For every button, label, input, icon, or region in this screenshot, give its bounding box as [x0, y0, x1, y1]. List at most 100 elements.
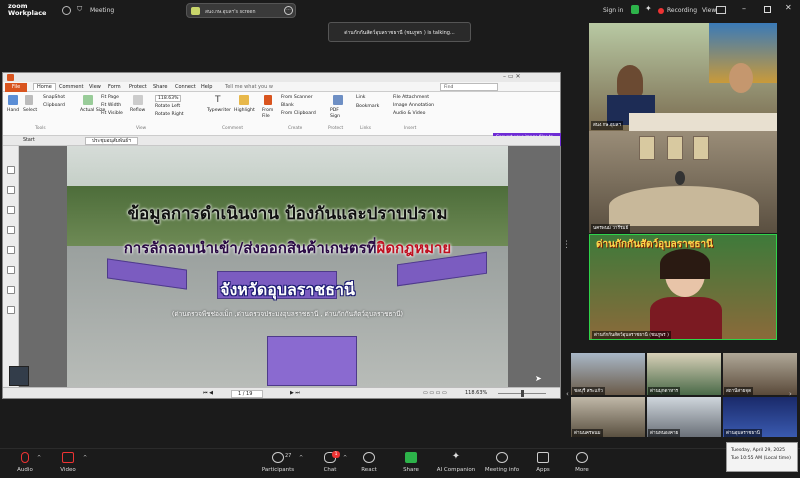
- gallery-tile-2[interactable]: ด่านมุกดาหาร: [647, 353, 721, 395]
- file-attachment-button[interactable]: File Attachment: [393, 95, 429, 100]
- pages-icon[interactable]: [7, 186, 15, 194]
- zoom-top-bar: zoom Workplace ⛉ Meeting สนง.กษ.อุบลฯ's …: [0, 0, 800, 22]
- tell-me-input[interactable]: Tell me what you w: [225, 84, 273, 90]
- participants-icon: [272, 452, 284, 463]
- zoom-slider-thumb[interactable]: [521, 390, 524, 397]
- snapshot-button[interactable]: SnapShot: [43, 95, 65, 100]
- video-tile-1[interactable]: สนง.กษ.อุบลฯ: [589, 23, 777, 131]
- maximize-icon[interactable]: [764, 6, 771, 13]
- tools-icon[interactable]: [7, 306, 15, 314]
- menu-protect[interactable]: Protect: [129, 84, 147, 90]
- video-tile-2[interactable]: นครพนม วารีรมย์: [589, 131, 777, 233]
- typewriter-icon[interactable]: T: [215, 95, 221, 105]
- highlight-icon[interactable]: [239, 95, 249, 105]
- tab-start[interactable]: Start: [17, 137, 41, 145]
- menu-view[interactable]: View: [89, 84, 101, 90]
- zoom-field[interactable]: 118.63%: [155, 95, 182, 102]
- participants-chevron-icon[interactable]: ^: [299, 455, 303, 461]
- highlight-label[interactable]: Highlight: [234, 108, 255, 113]
- reflow-icon[interactable]: [133, 95, 143, 105]
- hand-tool-icon[interactable]: [8, 95, 18, 105]
- window-controls-icon[interactable]: – ▭ ✕: [503, 73, 521, 80]
- menu-comment[interactable]: Comment: [59, 84, 84, 90]
- slide-title-line2: การลักลอบนำเข้า/ส่งออกสินค้าเกษตรที่ผิดก…: [123, 239, 452, 257]
- from-file-label[interactable]: From File: [262, 108, 274, 120]
- bookmark-button[interactable]: Bookmark: [356, 104, 379, 109]
- fit-visible-button[interactable]: Fit Visible: [101, 111, 123, 116]
- security-icon[interactable]: [7, 286, 15, 294]
- hand-tool-label[interactable]: Hand: [7, 108, 19, 113]
- menu-connect[interactable]: Connect: [175, 84, 196, 90]
- tab-document[interactable]: ประชุมอนุสัมพันธ์ฯ: [85, 137, 138, 145]
- meeting-status-icon[interactable]: [62, 6, 71, 15]
- page-number-field[interactable]: 1 / 19: [231, 390, 264, 398]
- menu-share[interactable]: Share: [153, 84, 167, 90]
- audio-chevron-icon[interactable]: ^: [37, 455, 41, 461]
- sign-in-link[interactable]: Sign in: [603, 7, 623, 14]
- more-options-icon[interactable]: ···: [284, 6, 293, 15]
- recording-label[interactable]: Recording: [667, 7, 697, 14]
- reflow-label[interactable]: Reflow: [130, 108, 145, 113]
- fit-width-button[interactable]: Fit Width: [101, 103, 121, 108]
- menu-help[interactable]: Help: [201, 84, 212, 90]
- from-clipboard-button[interactable]: From Clipboard: [281, 111, 316, 116]
- select-tool-label[interactable]: Select: [23, 108, 37, 113]
- actual-size-icon[interactable]: [83, 95, 93, 105]
- signatures-icon[interactable]: [7, 266, 15, 274]
- group-links-label: Links: [360, 126, 372, 131]
- attachments-icon[interactable]: [7, 246, 15, 254]
- gallery-tile-1[interactable]: ชลบุรี สระแก้ว: [571, 353, 645, 395]
- sparkle-icon[interactable]: ✦: [645, 4, 652, 13]
- layers-icon[interactable]: [7, 226, 15, 234]
- select-tool-icon[interactable]: [25, 95, 33, 105]
- video-chevron-icon[interactable]: ^: [83, 455, 87, 461]
- image-annotation-button[interactable]: Image Annotation: [393, 103, 434, 108]
- link-button[interactable]: Link: [356, 95, 365, 100]
- participants-button[interactable]: Participants: [253, 452, 303, 473]
- panel-resize-handle[interactable]: ⋮: [562, 240, 571, 250]
- comments-icon[interactable]: [7, 206, 15, 214]
- gallery-next-icon[interactable]: ›: [789, 390, 792, 398]
- view-button[interactable]: View: [702, 7, 716, 14]
- close-icon[interactable]: ✕: [785, 3, 792, 12]
- bookmarks-icon[interactable]: [7, 166, 15, 174]
- participant-person: [729, 63, 753, 93]
- more-button[interactable]: More: [557, 452, 607, 473]
- minimize-icon[interactable]: –: [742, 4, 746, 13]
- talking-indicator: ด่านกักกันสัตว์อุบลราชธานี (ชมภูพร ) is …: [328, 22, 471, 42]
- gallery-tile-3[interactable]: สถานีสายจุด: [723, 353, 797, 395]
- view-grid-icon[interactable]: [716, 6, 726, 14]
- rotate-right-button[interactable]: Rotate Right: [155, 112, 184, 117]
- blank-button[interactable]: Blank: [281, 103, 294, 108]
- floating-thumbnail[interactable]: [9, 366, 29, 386]
- document-tabs: Start ประชุมอนุสัมพันธ์ฯ: [3, 136, 560, 146]
- clipboard-button[interactable]: Clipboard: [43, 103, 65, 108]
- rotate-left-button[interactable]: Rotate Left: [155, 104, 180, 109]
- typewriter-label[interactable]: Typewriter: [207, 108, 231, 113]
- screen-share-pill[interactable]: สนง.กษ.อุบลฯ's screen ···: [186, 3, 296, 18]
- ai-companion-button[interactable]: ✦ AI Companion: [431, 452, 481, 474]
- find-input[interactable]: Find: [440, 83, 498, 91]
- pdf-sign-label[interactable]: PDF Sign: [330, 108, 346, 120]
- menu-home[interactable]: Home: [33, 83, 56, 90]
- first-page-icon[interactable]: ⏮ ◀: [203, 390, 213, 396]
- security-shield-icon[interactable]: [631, 5, 639, 14]
- gallery-tile-6[interactable]: ด่านอุบลราชธานี: [723, 397, 797, 437]
- gallery-tile-5[interactable]: ด่านหนองคาย: [647, 397, 721, 437]
- next-page-icon[interactable]: ▶ ⏭: [290, 390, 300, 396]
- menu-form[interactable]: Form: [108, 84, 121, 90]
- gallery-tile-4[interactable]: ด่านนครพนม: [571, 397, 645, 437]
- audio-video-button[interactable]: Audio & Video: [393, 111, 425, 116]
- share-button[interactable]: Share: [386, 452, 436, 473]
- pdf-sign-icon[interactable]: [333, 95, 343, 105]
- menu-file[interactable]: File: [5, 83, 27, 92]
- slide-title-line1: ข้อมูลการดำเนินงาน ป้องกันและปราบปราม: [127, 204, 448, 224]
- view-mode-icons[interactable]: ▭ ▭ ▭ ▭: [423, 390, 447, 396]
- fit-page-button[interactable]: Fit Page: [101, 95, 119, 100]
- document-area[interactable]: ข้อมูลการดำเนินงาน ป้องกันและปราบปราม กา…: [9, 146, 560, 387]
- share-arrow-icon: [405, 452, 417, 463]
- gallery-prev-icon[interactable]: ‹: [566, 390, 569, 398]
- from-file-icon[interactable]: [264, 95, 272, 105]
- video-tile-active-speaker[interactable]: ด่านกักกันสัตว์อุบลราชธานี ด่านกักกันสัต…: [589, 234, 777, 340]
- from-scanner-button[interactable]: From Scanner: [281, 95, 313, 100]
